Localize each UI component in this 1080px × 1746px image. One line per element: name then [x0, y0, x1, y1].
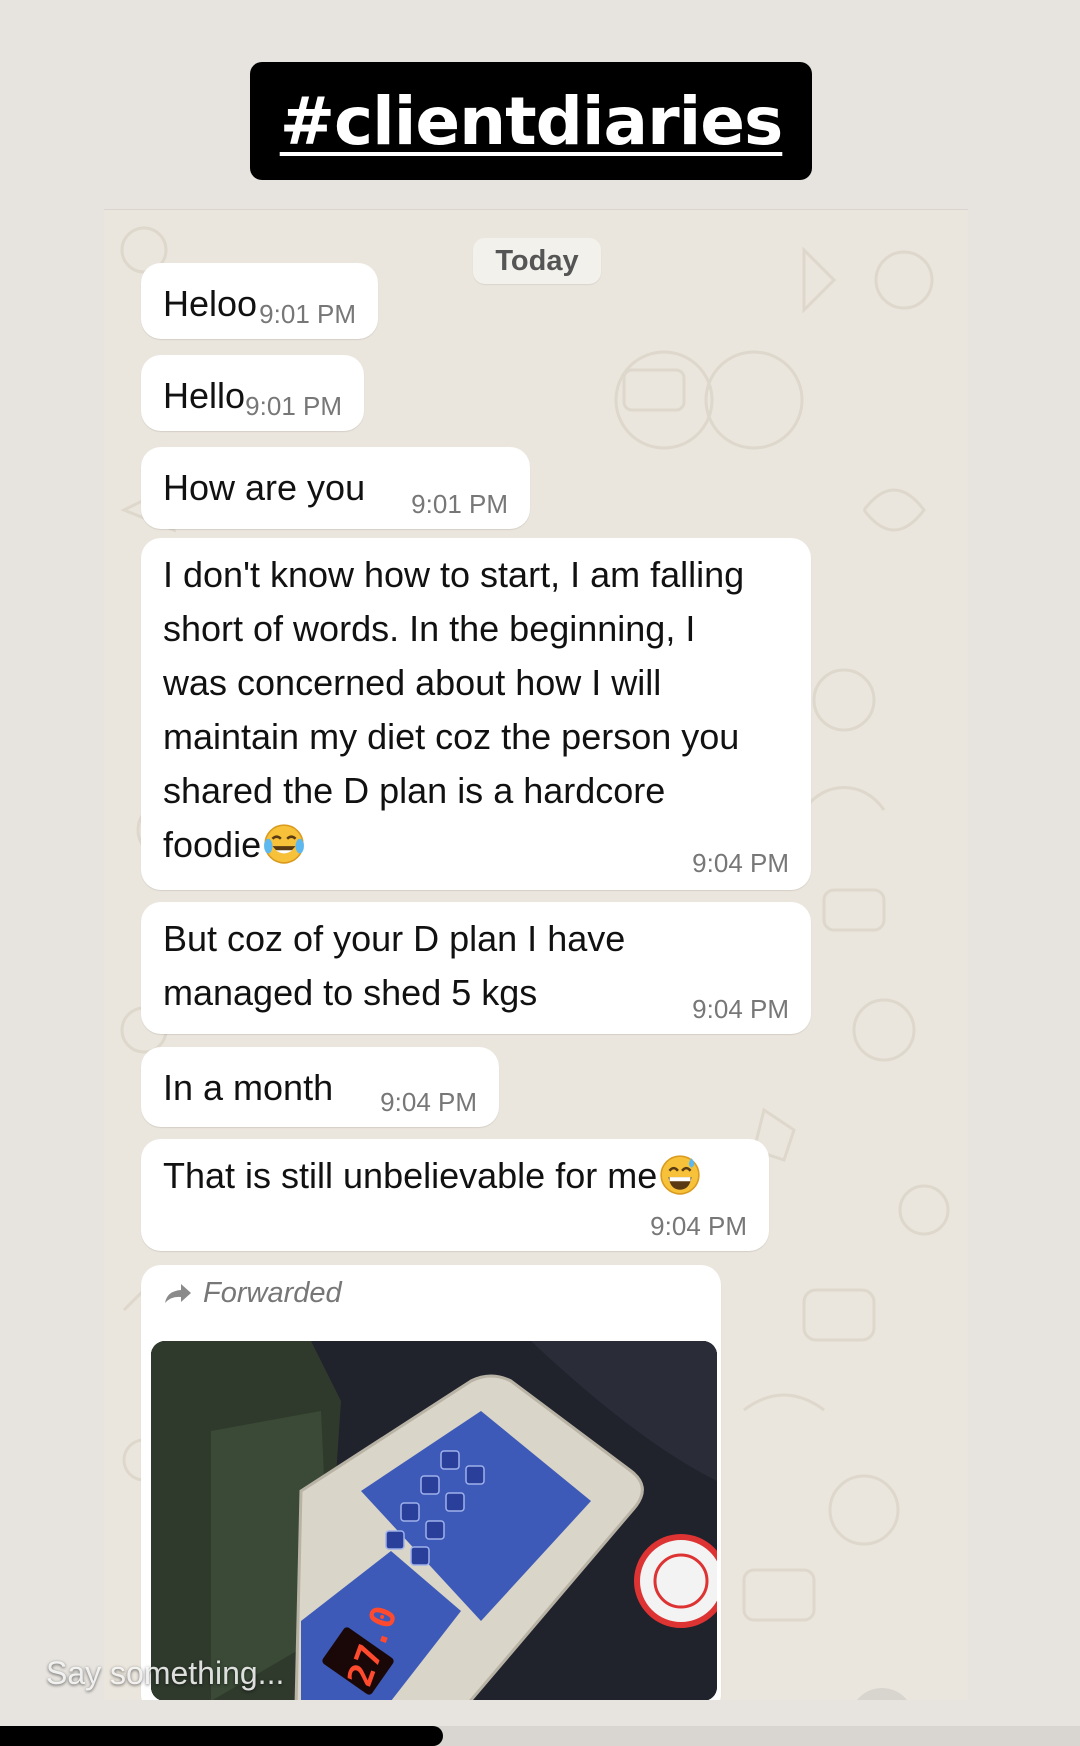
message-timestamp: 9:04 PM: [380, 1087, 477, 1117]
message-bubble[interactable]: But coz of your D plan I have managed to…: [141, 902, 811, 1034]
message-timestamp: 9:01 PM: [259, 299, 356, 329]
hashtag-sticker[interactable]: #clientdiaries: [250, 62, 812, 180]
story-progress-bar: [0, 1726, 1080, 1746]
story-reply-input[interactable]: Say something...: [46, 1655, 284, 1692]
message-bubble[interactable]: Hello 9:01 PM: [141, 355, 364, 431]
message-text: Hello: [163, 375, 246, 416]
story-progress-fill: [0, 1726, 443, 1746]
scale-photo-illustration: 27.0: [151, 1341, 717, 1700]
message-text: I don't know how to start, I am falling …: [163, 554, 745, 865]
message-bubble[interactable]: That is still unbelievable for me 9:04 P…: [141, 1139, 769, 1251]
message-text: Heloo: [163, 283, 258, 324]
chat-screenshot: Today Heloo 9:01 PM Hello 9:01 PM How ar…: [104, 209, 968, 1700]
message-bubble-long[interactable]: I don't know how to start, I am falling …: [141, 538, 811, 890]
message-text: In a month: [163, 1067, 334, 1108]
forwarded-label: Forwarded: [163, 1277, 342, 1310]
message-text: How are you: [163, 467, 366, 508]
date-divider: Today: [473, 238, 601, 284]
forward-arrow-icon: [165, 1283, 191, 1303]
message-timestamp: 9:01 PM: [245, 391, 342, 421]
message-timestamp: 9:04 PM: [692, 848, 789, 878]
message-timestamp: 9:04 PM: [692, 994, 789, 1024]
weighing-scale-photo[interactable]: 27.0: [151, 1341, 717, 1700]
message-bubble[interactable]: How are you 9:01 PM: [141, 447, 530, 529]
grinning-face-with-sweat-icon: [660, 1155, 700, 1195]
message-bubble[interactable]: Heloo 9:01 PM: [141, 263, 378, 339]
face-with-tears-of-joy-icon: [264, 824, 305, 864]
forwarded-photo-message[interactable]: Forwarded 27.0: [141, 1265, 721, 1700]
message-timestamp: 9:01 PM: [411, 489, 508, 519]
message-bubble[interactable]: In a month 9:04 PM: [141, 1047, 499, 1127]
message-text: That is still unbelievable for me: [163, 1149, 747, 1203]
instagram-story: #clientdiaries Today Heloo 9:01 PM Hello…: [0, 0, 1080, 1746]
scroll-to-bottom-button[interactable]: [850, 1688, 914, 1700]
message-timestamp: 9:04 PM: [650, 1211, 747, 1241]
